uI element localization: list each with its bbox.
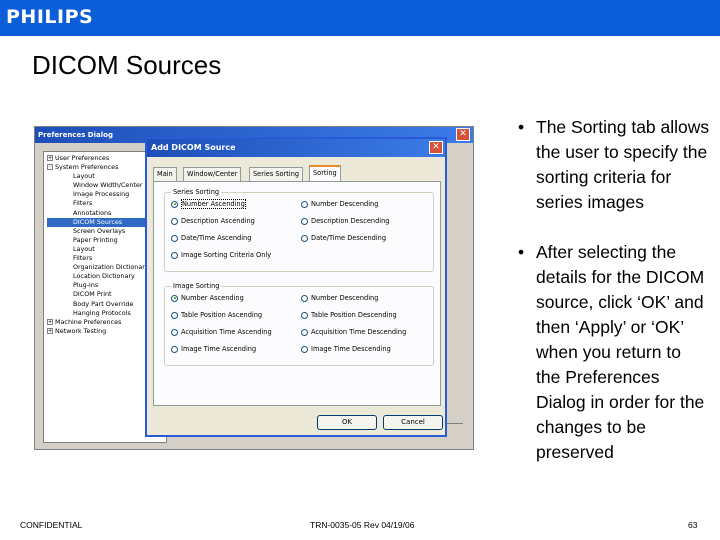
- tree-item-label: Layout: [73, 244, 95, 253]
- bullet-item: • After selecting the details for the DI…: [518, 242, 705, 462]
- radio-icon: [171, 328, 178, 336]
- tree-item-label: Location Dictionary: [73, 272, 135, 281]
- header-bar: PHILIPS: [0, 0, 720, 36]
- tree-item-label: Machine Preferences: [55, 317, 122, 326]
- radio-image-table-position-ascending[interactable]: Table Position Ascending: [171, 311, 262, 319]
- tab-series-sorting[interactable]: Series Sorting: [249, 167, 304, 181]
- radio-icon: [171, 234, 178, 242]
- sorting-tab-panel: Series Sorting Number Ascending Number D…: [153, 181, 441, 406]
- tree-item-label: User Preferences: [55, 154, 110, 162]
- tree-item-label: Plug-ins: [73, 281, 99, 290]
- tab-window-center[interactable]: Window/Center: [183, 167, 242, 181]
- radio-icon: [171, 311, 178, 319]
- radio-series-number-ascending[interactable]: Number Ascending: [171, 199, 246, 209]
- plus-icon[interactable]: +: [47, 327, 53, 334]
- radio-image-number-descending[interactable]: Number Descending: [301, 294, 378, 302]
- bullet-list: • The Sorting tab allows the user to spe…: [510, 115, 710, 490]
- footer-doc-id: TRN-0035-05 Rev 04/19/06: [310, 520, 415, 530]
- radio-image-table-position-descending[interactable]: Table Position Descending: [301, 311, 397, 319]
- plus-icon[interactable]: +: [47, 155, 53, 161]
- tree-item-label: Image Processing: [73, 190, 130, 199]
- radio-image-time-ascending[interactable]: Image Time Ascending: [171, 345, 256, 353]
- radio-image-time-descending[interactable]: Image Time Descending: [301, 345, 391, 353]
- image-sorting-group: Image Sorting Number Ascending Number De…: [164, 282, 434, 366]
- radio-icon: [301, 345, 308, 353]
- tree-item-label: Paper Printing: [73, 235, 118, 244]
- radio-image-acquisition-descending[interactable]: Acquisition Time Descending: [301, 328, 406, 336]
- ok-button[interactable]: OK: [317, 415, 377, 430]
- radio-icon: [301, 200, 308, 208]
- tree-item-label: DICOM Print: [73, 290, 112, 299]
- minus-icon[interactable]: -: [47, 164, 53, 171]
- preferences-dialog-title: Preferences Dialog: [38, 131, 113, 139]
- radio-series-number-descending[interactable]: Number Descending: [301, 200, 378, 208]
- radio-image-acquisition-ascending[interactable]: Acquisition Time Ascending: [171, 328, 272, 336]
- cancel-button[interactable]: Cancel: [383, 415, 443, 430]
- philips-logo: PHILIPS: [6, 6, 94, 28]
- series-sorting-group: Series Sorting Number Ascending Number D…: [164, 188, 434, 272]
- tree-item-label: Layout: [73, 172, 95, 181]
- image-sorting-label: Image Sorting: [171, 282, 222, 290]
- tree-item-label: Filters: [73, 199, 93, 208]
- tree-item-label: Window Width/Center: [73, 181, 143, 190]
- bullet-item: • The Sorting tab allows the user to spe…: [518, 117, 710, 212]
- radio-selected-icon: [171, 294, 178, 302]
- radio-icon: [301, 328, 308, 336]
- close-icon[interactable]: ✕: [456, 128, 470, 141]
- radio-icon: [301, 311, 308, 319]
- preferences-dialog-window: Preferences Dialog ✕ + User Preferences - S…: [34, 126, 474, 450]
- tree-item-label: System Preferences: [55, 163, 119, 172]
- radio-series-description-ascending[interactable]: Description Ascending: [171, 217, 255, 225]
- radio-series-description-descending[interactable]: Description Descending: [301, 217, 389, 225]
- add-dicom-source-dialog: Add DICOM Source ✕ Main Window/Center Se…: [145, 137, 447, 437]
- tree-item-label: Body Part Override: [73, 299, 134, 308]
- tree-item-label: Hanging Protocols: [73, 308, 131, 317]
- radio-icon: [171, 345, 178, 353]
- footer-page-number: 63: [688, 520, 698, 530]
- radio-image-number-ascending[interactable]: Number Ascending: [171, 294, 244, 302]
- tree-item-label: Screen Overlays: [73, 226, 126, 235]
- radio-series-datetime-ascending[interactable]: Date/Time Ascending: [171, 234, 251, 242]
- add-dicom-source-titlebar: Add DICOM Source: [147, 139, 445, 157]
- radio-icon: [301, 217, 308, 225]
- bullet-icon: •: [518, 242, 525, 262]
- tree-item-label: Annotations: [73, 208, 112, 217]
- add-dicom-source-title: Add DICOM Source: [151, 143, 236, 152]
- radio-selected-icon: [171, 200, 178, 208]
- tree-item-label: DICOM Sources: [73, 217, 123, 226]
- footer-confidential: CONFIDENTIAL: [20, 520, 83, 530]
- tree-item-label: Filters: [73, 254, 93, 263]
- tab-sorting[interactable]: Sorting: [309, 165, 341, 182]
- radio-series-image-sorting-only[interactable]: Image Sorting Criteria Only: [171, 251, 271, 259]
- radio-icon: [171, 251, 178, 259]
- radio-icon: [301, 234, 308, 242]
- page-title: DICOM Sources: [32, 50, 222, 80]
- tree-item-label: Organization Dictionary: [73, 263, 149, 272]
- radio-icon: [171, 217, 178, 225]
- tab-main[interactable]: Main: [153, 167, 177, 181]
- plus-icon[interactable]: +: [47, 318, 53, 325]
- close-icon[interactable]: ✕: [429, 141, 443, 154]
- series-sorting-label: Series Sorting: [171, 188, 222, 196]
- radio-icon: [301, 294, 308, 302]
- radio-series-datetime-descending[interactable]: Date/Time Descending: [301, 234, 386, 242]
- bullet-icon: •: [518, 117, 525, 137]
- tree-item-label: Network Testing: [55, 326, 107, 335]
